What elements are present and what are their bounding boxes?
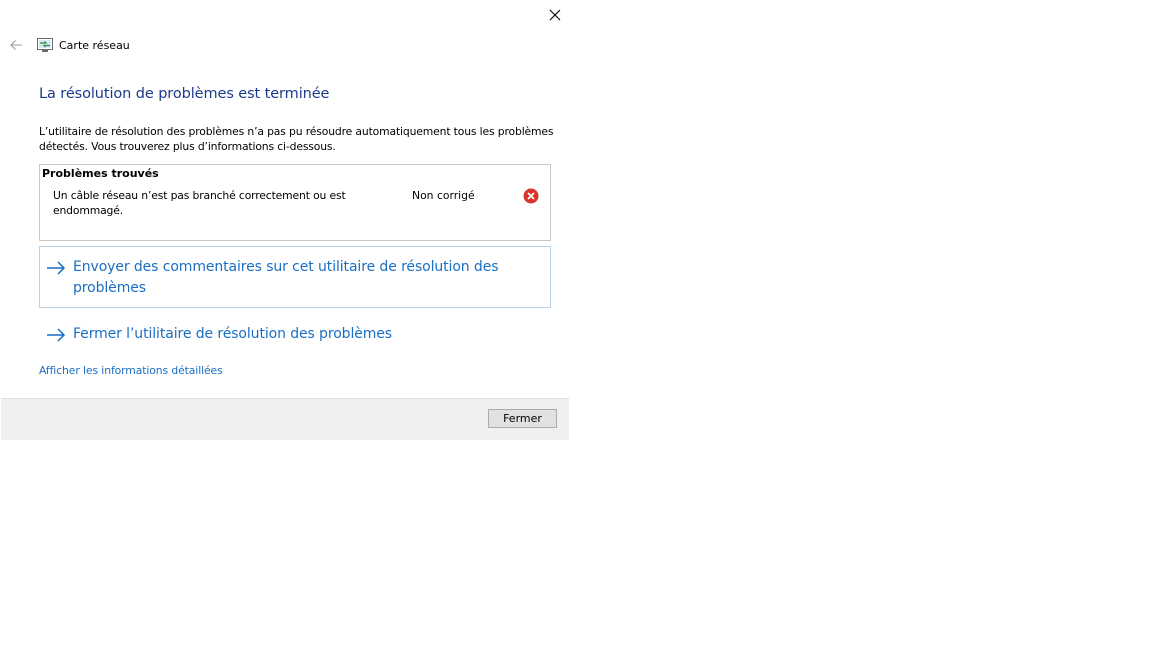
view-details-link[interactable]: Afficher les informations détaillées: [39, 364, 223, 377]
problem-status: Non corrigé: [412, 189, 475, 202]
back-button[interactable]: [5, 36, 27, 54]
send-feedback-link[interactable]: Envoyer des commentaires sur cet utilita…: [39, 246, 551, 308]
network-adapter-icon: [37, 38, 53, 52]
problems-found-panel: Problèmes trouvés Un câble réseau n’est …: [39, 164, 551, 241]
back-arrow-icon: [10, 40, 22, 50]
troubleshooter-dialog: Carte réseau La résolution de problèmes …: [1, 0, 571, 440]
problem-description: Un câble réseau n’est pas branché correc…: [53, 189, 346, 217]
page-description: L’utilitaire de résolution des problèmes…: [39, 125, 554, 153]
window-title-row: Carte réseau: [37, 37, 130, 53]
error-icon: [523, 188, 539, 204]
fermer-button[interactable]: Fermer: [488, 409, 557, 428]
close-troubleshooter-label: Fermer l’utilitaire de résolution des pr…: [73, 326, 392, 342]
window-title: Carte réseau: [59, 38, 130, 52]
arrow-right-icon: [47, 261, 66, 275]
close-troubleshooter-link[interactable]: Fermer l’utilitaire de résolution des pr…: [46, 324, 392, 345]
dialog-footer: Fermer: [1, 398, 569, 440]
arrow-right-icon: [47, 328, 66, 342]
problems-title: Problèmes trouvés: [42, 167, 159, 180]
close-icon: [549, 9, 561, 21]
close-button[interactable]: [539, 2, 571, 28]
send-feedback-label: Envoyer des commentaires sur cet utilita…: [73, 259, 499, 296]
page-heading: La résolution de problèmes est terminée: [39, 86, 330, 102]
